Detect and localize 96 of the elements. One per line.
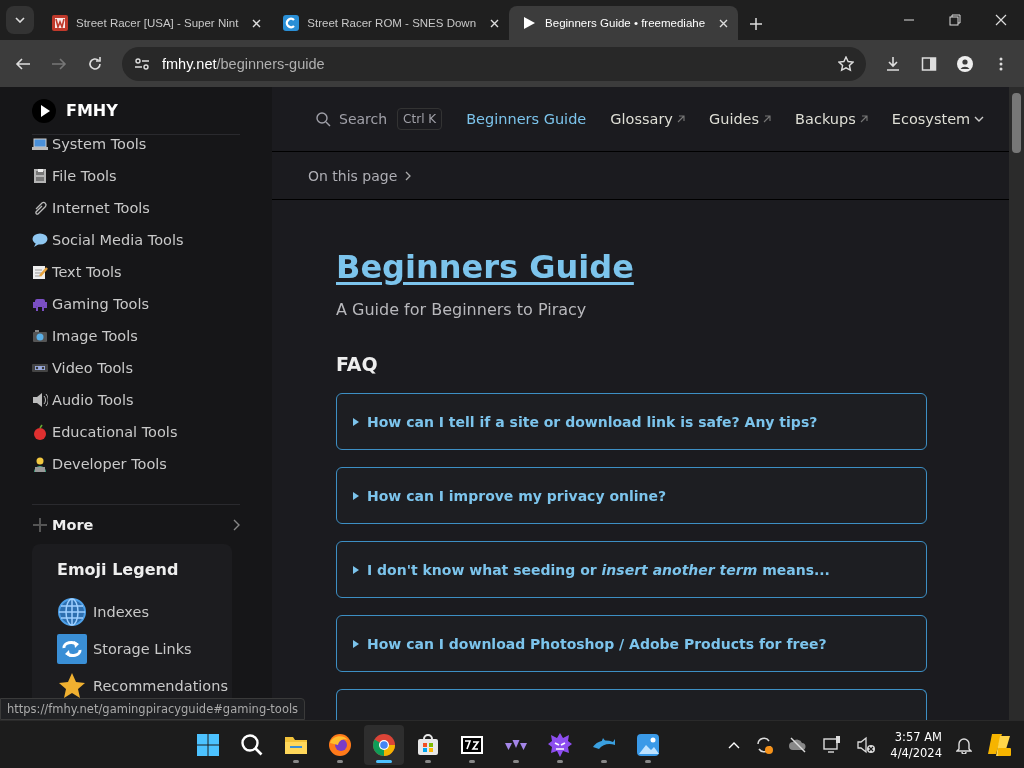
bell-icon[interactable]: [956, 735, 972, 754]
muted-speaker-icon[interactable]: [856, 734, 877, 755]
shopping-bag-icon: [416, 732, 440, 757]
globe-icon: [57, 596, 87, 627]
download-icon[interactable]: [885, 55, 901, 72]
search-button[interactable]: Search: [316, 111, 388, 127]
spiky-creature-icon: [548, 732, 572, 757]
on-this-page-toggle[interactable]: On this page: [308, 167, 412, 184]
memo-icon: [32, 264, 48, 281]
triangle-right-icon: [353, 639, 359, 648]
triangle-right-icon: [353, 491, 359, 500]
side-panel-icon[interactable]: [921, 55, 937, 72]
speech-bubble-icon: [32, 232, 48, 249]
address-bar[interactable]: fmhy.net/beginners-guide: [122, 46, 866, 81]
page-subtitle: A Guide for Beginners to Piracy: [336, 300, 587, 319]
external-link-icon: [763, 115, 772, 123]
network-icon[interactable]: [822, 734, 843, 755]
fox-globe-icon: [328, 732, 352, 757]
sidebar-link[interactable]: Audio Tools: [52, 392, 134, 409]
section-heading: FAQ: [336, 353, 378, 375]
apple-icon: [32, 424, 48, 441]
page-title[interactable]: Beginners Guide: [336, 248, 634, 286]
faq-question[interactable]: How can I improve my privacy online?: [336, 467, 927, 524]
profile-icon[interactable]: [957, 55, 973, 72]
camera-icon: [32, 328, 48, 345]
bookmark-star-icon[interactable]: [838, 55, 854, 72]
sidebar-link[interactable]: Developer Tools: [52, 456, 167, 473]
tab-search-button[interactable]: [6, 6, 34, 34]
sidebar-link[interactable]: Social Media Tools: [52, 232, 184, 249]
repeat-arrows-icon: [57, 633, 87, 664]
sidebar-link[interactable]: Gaming Tools: [52, 296, 149, 313]
close-icon[interactable]: [490, 18, 500, 28]
letter-logo-icon: [52, 15, 68, 31]
sidebar-link[interactable]: Image Tools: [52, 328, 138, 345]
forward-icon[interactable]: [51, 55, 67, 72]
sidebar-link[interactable]: Text Tools: [52, 264, 122, 281]
more-section-toggle[interactable]: More: [52, 516, 94, 533]
close-icon[interactable]: [995, 14, 1007, 26]
plus-icon: [32, 516, 48, 533]
chevron-down-icon: [974, 116, 985, 122]
triangle-right-icon: [353, 565, 359, 574]
back-icon[interactable]: [15, 55, 31, 72]
triangles-icon: [504, 739, 528, 750]
speaker-icon: [32, 392, 48, 409]
paperclip-icon: [32, 200, 48, 217]
alien-monster-icon: [32, 296, 48, 313]
legend-label: Indexes: [93, 603, 149, 620]
chevron-up-icon[interactable]: [728, 740, 741, 749]
scrollbar[interactable]: [1009, 87, 1024, 720]
nav-link[interactable]: Glossary: [610, 111, 673, 127]
browser-tab[interactable]: Beginners Guide • freemediahe: [509, 6, 739, 40]
search-icon: [316, 111, 331, 127]
browser-tab[interactable]: Street Racer ROM - SNES Down: [271, 6, 510, 40]
legend-title: Emoji Legend: [57, 560, 179, 579]
chevron-right-icon: [405, 170, 412, 181]
chevron-right-icon[interactable]: [233, 518, 240, 531]
close-icon[interactable]: [252, 18, 262, 28]
sidebar-link[interactable]: Educational Tools: [52, 424, 178, 441]
keyboard-shortcut: Ctrl K: [397, 108, 443, 130]
status-url: https://fmhy.net/gamingpiracyguide#gaming-tools: [0, 698, 306, 720]
restore-icon[interactable]: [949, 14, 961, 26]
clock[interactable]: 3:57 AM 4/4/2024: [890, 728, 942, 761]
new-tab-icon[interactable]: [750, 18, 763, 30]
triangle-right-icon: [353, 417, 359, 426]
browser-tab[interactable]: Street Racer [USA] - Super Nint: [40, 6, 272, 40]
windows-start-icon: [196, 732, 220, 757]
legend-label: Storage Links: [93, 640, 192, 657]
close-icon[interactable]: [719, 18, 729, 28]
nav-link[interactable]: Beginners Guide: [466, 111, 587, 127]
reload-icon[interactable]: [87, 55, 103, 72]
site-logo[interactable]: FMHY: [66, 101, 118, 121]
faq-question[interactable]: How can I download Photoshop / Adobe Products for free?: [336, 615, 927, 672]
faq-question[interactable]: I don't know what seeding or insert another term means...: [336, 541, 927, 598]
sidebar-link[interactable]: File Tools: [52, 168, 117, 185]
faq-question[interactable]: How can I tell if a site or download link is safe? Any tips?: [336, 393, 927, 450]
search-icon: [240, 732, 264, 757]
sidebar-link[interactable]: Internet Tools: [52, 200, 150, 217]
nav-link[interactable]: Backups: [795, 111, 856, 127]
external-link-icon: [676, 115, 685, 123]
photo-app-icon: [636, 732, 660, 757]
play-logo-icon: [32, 98, 56, 123]
sidebar-link[interactable]: Video Tools: [52, 360, 133, 377]
nav-link[interactable]: Ecosystem: [891, 111, 971, 127]
chrome-icon: [372, 732, 396, 757]
copilot-icon[interactable]: [986, 731, 1012, 758]
sidebar-link[interactable]: System Tools: [52, 136, 147, 153]
chevron-down-icon: [15, 17, 25, 23]
laptop-icon: [32, 136, 48, 153]
file-cabinet-icon: [32, 168, 48, 185]
site-info-icon[interactable]: [134, 55, 150, 72]
c-logo-icon: [283, 15, 300, 31]
legend-label: Recommendations: [93, 677, 228, 694]
person-at-laptop-icon: [32, 456, 48, 473]
external-link-icon: [859, 115, 868, 123]
taskbar-app[interactable]: [364, 724, 404, 765]
nav-link[interactable]: Guides: [708, 111, 760, 127]
